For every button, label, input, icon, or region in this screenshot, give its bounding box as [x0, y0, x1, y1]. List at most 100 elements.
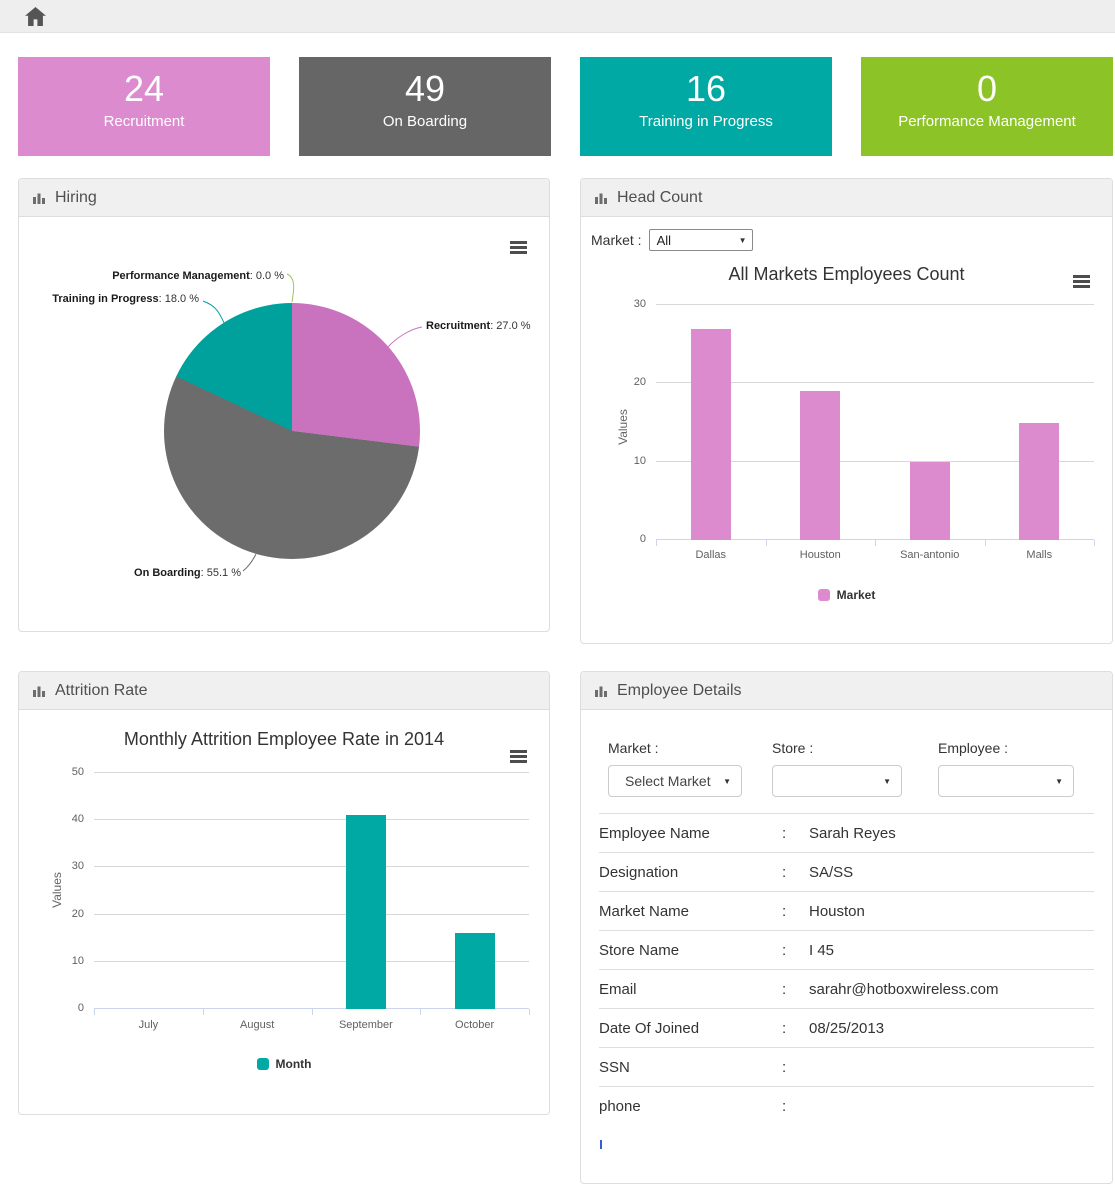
x-category-label: Malls: [985, 549, 1095, 561]
panel-attrition-header: Attrition Rate: [19, 672, 549, 710]
panel-hiring: Hiring Performance Management: 0.0 % Tra…: [18, 178, 550, 632]
attrition-chart-area: Monthly Attrition Employee Rate in 2014 …: [19, 726, 549, 1114]
x-tick: [312, 1009, 313, 1015]
bars: [656, 305, 1094, 540]
y-tick-label: 40: [72, 813, 84, 825]
table-row: Employee Name:Sarah Reyes: [599, 813, 1094, 852]
head-count-bar-chart: All Markets Employees Count Values 01020…: [581, 261, 1112, 602]
pie-chart: Performance Management: 0.0 % Training i…: [19, 217, 549, 631]
row-value: SA/SS: [809, 864, 1094, 881]
market-filter-label: Market :: [591, 232, 642, 248]
stat-label: Recruitment: [18, 113, 270, 130]
table-row: Store Name:I 45: [599, 930, 1094, 969]
row-separator: :: [782, 1098, 809, 1115]
pie-label-training-in-progress: Training in Progress: 18.0 %: [19, 293, 199, 305]
x-tick: [985, 540, 986, 546]
bar-column: [94, 773, 203, 1009]
employee-filter-group: Employee : ▼: [938, 740, 1074, 797]
bar-dallas[interactable]: [691, 329, 731, 541]
stat-card-on-boarding[interactable]: 49 On Boarding: [299, 57, 551, 156]
y-axis-title: Values: [50, 872, 64, 908]
panel-title: Head Count: [617, 189, 702, 207]
row-separator: :: [782, 825, 809, 842]
pie[interactable]: [164, 303, 420, 559]
pie-label-performance-management: Performance Management: 0.0 %: [19, 270, 284, 282]
stat-card-performance-management[interactable]: 0Performance Management: [861, 57, 1113, 156]
legend-label: Market: [837, 588, 876, 602]
market-filter-group: Market : Select Market ▼: [608, 740, 742, 797]
x-category-label: July: [94, 1019, 203, 1031]
y-tick-label: 0: [640, 533, 646, 545]
chevron-down-icon: ▼: [883, 777, 891, 786]
panel-employee-details-header: Employee Details: [581, 672, 1112, 710]
employee-select[interactable]: ▼: [938, 765, 1074, 797]
bar-san-antonio[interactable]: [910, 462, 950, 540]
panel-attrition-rate: Attrition Rate Monthly Attrition Employe…: [18, 671, 550, 1115]
stat-card-training-in-progress[interactable]: 16Training in Progress: [580, 57, 832, 156]
bar-september[interactable]: [346, 815, 386, 1009]
x-tick: [766, 540, 767, 546]
plot-area: 01020304050: [94, 773, 529, 1009]
bars: [94, 773, 529, 1009]
row-label: Designation: [599, 864, 782, 881]
bar-malls[interactable]: [1019, 423, 1059, 541]
row-separator: :: [782, 942, 809, 959]
stat-card-recruitment[interactable]: 24Recruitment: [18, 57, 270, 156]
bar-october[interactable]: [455, 933, 495, 1009]
market-select[interactable]: Select Market ▼: [608, 765, 742, 797]
bar-column: [312, 773, 421, 1009]
table-row: phone:: [599, 1086, 1094, 1125]
row-label: Date Of Joined: [599, 1020, 782, 1037]
market-filter-value: All: [657, 233, 671, 248]
table-row: Designation:SA/SS: [599, 852, 1094, 891]
bar-chart-icon: [32, 684, 47, 698]
panel-title: Attrition Rate: [55, 682, 147, 700]
row-separator: :: [782, 981, 809, 998]
legend-swatch: [818, 589, 830, 601]
row-value: 08/25/2013: [809, 1020, 1094, 1037]
employee-filter-label: Employee :: [938, 740, 1074, 756]
chart-title: All Markets Employees Count: [581, 261, 1112, 287]
stat-cards: 24Recruitment 49 On Boarding 16Training in …: [18, 57, 1113, 156]
panel-head-count-header: Head Count: [581, 179, 1112, 217]
employee-filters: Market : Select Market ▼ Store : ▼ Emplo…: [608, 740, 1112, 797]
home-icon[interactable]: [22, 4, 48, 28]
chevron-down-icon: ▼: [723, 777, 731, 786]
table-row: SSN:: [599, 1047, 1094, 1086]
panel-head-count: Head Count Market : All ▼ All Markets Em…: [580, 178, 1113, 644]
hiring-chart-area: Performance Management: 0.0 % Training i…: [19, 217, 549, 631]
x-category-label: San-antonio: [875, 549, 985, 561]
row-label: Store Name: [599, 942, 782, 959]
chevron-down-icon: ▼: [1055, 777, 1063, 786]
x-category-label: September: [312, 1019, 421, 1031]
legend-item[interactable]: Market: [581, 588, 1112, 602]
y-tick-label: 0: [78, 1002, 84, 1014]
pie-label-recruitment: Recruitment: 27.0 %: [426, 320, 531, 332]
bar-houston[interactable]: [800, 391, 840, 540]
x-tick: [656, 540, 657, 546]
stat-label: On Boarding: [299, 113, 551, 130]
bar-column: [656, 305, 766, 540]
x-tick: [1094, 540, 1095, 546]
stat-value: 16: [580, 68, 832, 110]
stat-value: 49: [299, 68, 551, 110]
row-separator: :: [782, 1020, 809, 1037]
x-tick: [529, 1009, 530, 1015]
row-value: sarahr@hotboxwireless.com: [809, 981, 1094, 998]
bar-column: [420, 773, 529, 1009]
y-tick-label: 20: [634, 376, 646, 388]
bar-column: [985, 305, 1095, 540]
legend-item[interactable]: Month: [19, 1057, 549, 1071]
panel-hiring-header: Hiring: [19, 179, 549, 217]
bar-column: [203, 773, 312, 1009]
panel-title: Employee Details: [617, 682, 742, 700]
bar-chart-icon: [594, 191, 609, 205]
store-select[interactable]: ▼: [772, 765, 902, 797]
x-axis-labels: DallasHoustonSan-antonioMalls: [656, 549, 1094, 561]
legend-label: Month: [276, 1057, 312, 1071]
stat-value: 0: [861, 68, 1113, 110]
market-filter-select[interactable]: All ▼: [649, 229, 753, 251]
y-tick-label: 10: [634, 455, 646, 467]
y-tick-label: 10: [72, 955, 84, 967]
x-axis-labels: JulyAugustSeptemberOctober: [94, 1019, 529, 1031]
